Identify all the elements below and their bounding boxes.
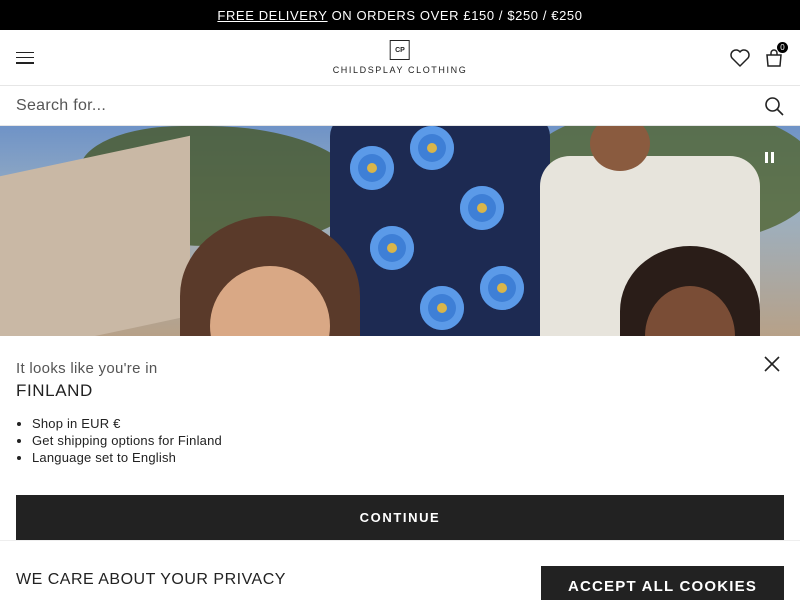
free-delivery-link[interactable]: FREE DELIVERY [217,8,327,23]
country-name: FINLAND [16,381,93,400]
country-intro: It looks like you're in [16,360,158,377]
search-icon[interactable] [764,96,784,116]
continue-button[interactable]: CONTINUE [16,495,784,540]
cookie-banner: WE CARE ABOUT YOUR PRIVACY ACCEPT ALL CO… [0,540,800,600]
logo-text: CHILDSPLAY CLOTHING [332,65,468,75]
cookie-title: WE CARE ABOUT YOUR PRIVACY [16,571,286,588]
bag-icon[interactable]: 0 [764,41,788,68]
heart-icon[interactable] [730,48,750,67]
list-item: Get shipping options for Finland [32,432,784,449]
hero-video[interactable] [0,126,800,336]
search-bar [0,86,800,126]
search-input[interactable] [16,96,716,115]
site-logo[interactable]: CP CHILDSPLAY CLOTHING [333,40,468,75]
list-item: Language set to English [32,449,784,466]
header-actions: 0 [730,41,788,68]
pause-icon[interactable] [765,152,774,163]
site-header: CP CHILDSPLAY CLOTHING 0 [0,30,800,86]
list-item: Shop in EUR € [32,415,784,432]
country-popup: It looks like you're in FINLAND Shop in … [0,336,800,540]
bag-count-badge: 0 [777,41,788,53]
country-benefits-list: Shop in EUR € Get shipping options for F… [16,415,784,466]
logo-mark: CP [389,40,410,60]
menu-icon[interactable] [16,51,34,64]
promo-bar: FREE DELIVERY ON ORDERS OVER £150 / $250… [0,0,800,30]
accept-cookies-button[interactable]: ACCEPT ALL COOKIES [541,566,784,600]
close-icon[interactable] [764,356,780,377]
promo-text: ON ORDERS OVER £150 / $250 / €250 [331,7,583,23]
